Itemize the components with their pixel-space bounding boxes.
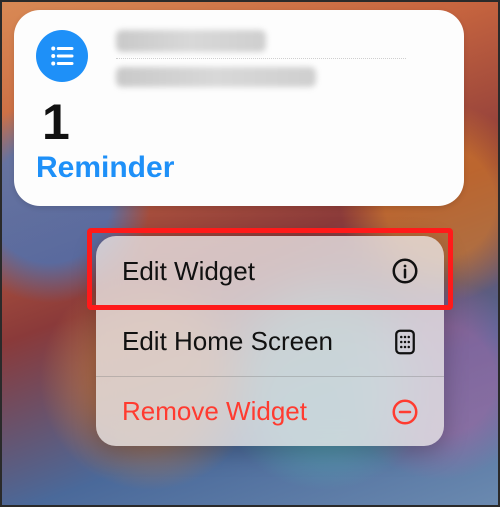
apps-grid-icon: [390, 327, 420, 357]
widget-context-menu: Edit Widget Edit Home Screen: [96, 236, 444, 446]
divider: [116, 58, 406, 59]
menu-item-label: Remove Widget: [122, 396, 307, 427]
info-circle-icon: [390, 256, 420, 286]
widget-label: Reminder: [36, 151, 442, 185]
minus-circle-icon: [390, 397, 420, 427]
widget-header: [36, 28, 442, 93]
bullet-list-icon: [36, 30, 88, 82]
reminders-widget[interactable]: 1 Reminder: [14, 10, 464, 206]
reminder-preview: [116, 28, 442, 93]
reminder-title-blurred: [116, 30, 266, 52]
menu-item-edit-home-screen[interactable]: Edit Home Screen: [96, 306, 444, 376]
reminder-count: 1: [42, 97, 442, 147]
menu-item-edit-widget[interactable]: Edit Widget: [96, 236, 444, 306]
menu-item-remove-widget[interactable]: Remove Widget: [96, 376, 444, 446]
menu-item-label: Edit Home Screen: [122, 326, 333, 357]
menu-item-label: Edit Widget: [122, 256, 255, 287]
reminder-subtitle-blurred: [116, 67, 316, 87]
